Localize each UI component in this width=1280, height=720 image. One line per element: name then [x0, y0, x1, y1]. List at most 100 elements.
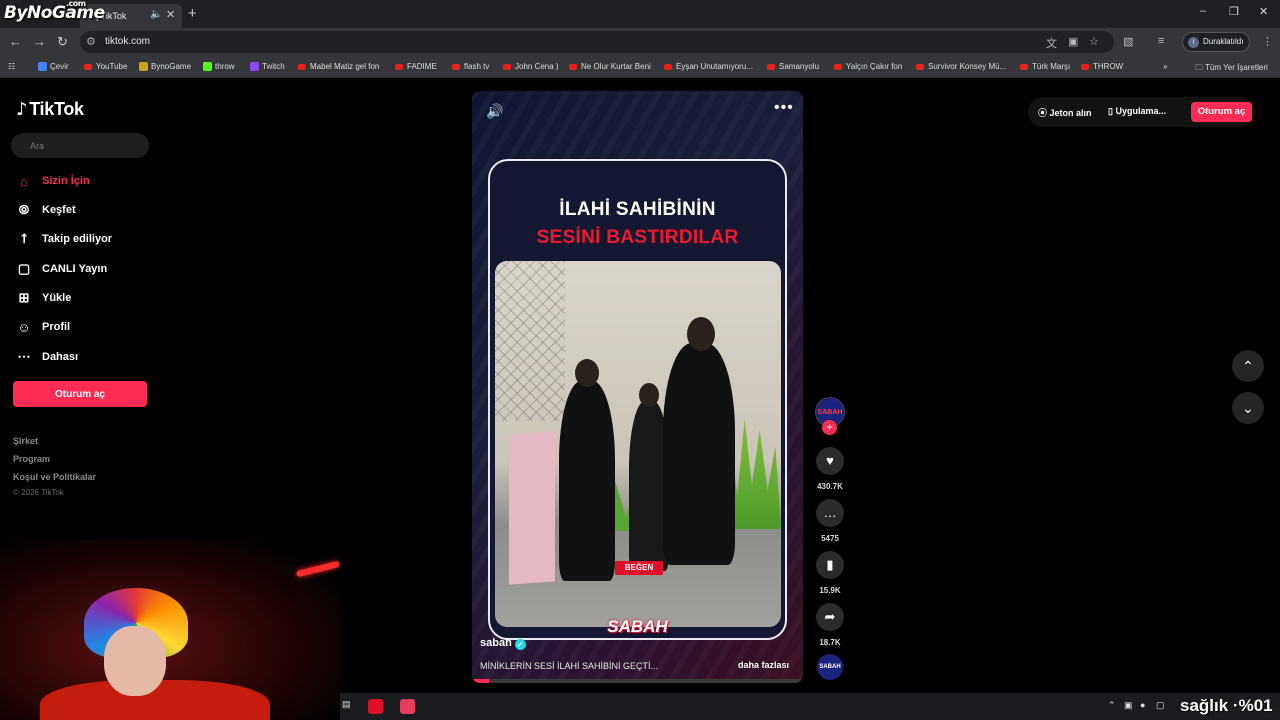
scene-person-head [575, 359, 599, 387]
taskbar-app-icon[interactable]: ▤ [342, 699, 351, 710]
nav-more[interactable]: ⋯ Dahası [16, 347, 79, 367]
nav-explore[interactable]: ⦾ Keşfet [16, 200, 76, 220]
save-count: 15.9K [819, 586, 841, 595]
tray-icon[interactable]: ▣ [1124, 700, 1133, 711]
header-login-button[interactable]: Oturum aç [1191, 102, 1252, 122]
footer-terms-link[interactable]: Koşul ve Politikalar [13, 472, 96, 482]
bookmark-item[interactable]: FADIME [395, 62, 437, 71]
bookmark-item[interactable]: Eyşan Unutamıyoru... [664, 62, 753, 71]
bookmark-item[interactable]: Samanyolu [767, 62, 819, 71]
bookmark-item[interactable]: Çevir [38, 62, 69, 72]
reload-icon[interactable]: ↻ [57, 34, 68, 50]
watermark-logo: ByNoGame .com [4, 0, 105, 23]
nav-following[interactable]: ⭡ Takip ediliyor [16, 229, 112, 249]
nav-profile[interactable]: ☺ Profil [16, 317, 70, 337]
nav-upload[interactable]: ⊞ Yükle [16, 288, 72, 308]
video-progress-bar[interactable] [472, 679, 803, 683]
taskbar-app-icon[interactable] [400, 699, 415, 714]
webcam-light [295, 560, 340, 578]
bookmark-item[interactable]: Mabel Matiz gel fon [298, 62, 379, 71]
follow-plus-icon[interactable]: + [822, 420, 837, 435]
bookmark-item[interactable]: Twitch [250, 62, 285, 72]
microphone-icon[interactable]: ● [1140, 700, 1145, 710]
profile-status: Duraklatıldı [1203, 37, 1244, 46]
bookmark-item[interactable]: Survivor Konsey Mü... [916, 62, 1006, 71]
sidebar-login-button[interactable]: Oturum aç [13, 381, 147, 407]
save-button[interactable]: ▮ [816, 551, 844, 579]
video-progress-fill [472, 679, 489, 683]
cast-icon[interactable]: ▣ [1068, 35, 1078, 48]
profile-button[interactable]: I Duraklatıldı [1182, 32, 1250, 52]
star-icon[interactable]: ☆ [1089, 35, 1099, 48]
video-more-icon[interactable]: ••• [774, 99, 794, 117]
bookmark-item[interactable]: YouTube [84, 62, 127, 71]
streamer-webcam [0, 540, 340, 720]
scene-person-head [639, 383, 659, 407]
bookmark-item[interactable]: Türk Marşı [1020, 62, 1070, 71]
footer-company-link[interactable]: Şirket [13, 436, 38, 446]
extensions-icon[interactable]: ▧ [1123, 35, 1133, 48]
browser-toolbar: ← → ↻ ⚙ tiktok.com 文 ▣ ☆ ▧ ≡ I Duraklatı… [0, 28, 1280, 56]
like-button[interactable]: ♥ [816, 447, 844, 475]
previous-video-button[interactable]: ⌃ [1232, 350, 1264, 382]
get-coins-link[interactable]: ⦿ Jeton alın [1038, 106, 1092, 119]
search-input[interactable] [11, 133, 149, 158]
tray-icon[interactable]: ▢ [1156, 700, 1165, 711]
bookmark-item[interactable]: THROW [1081, 62, 1123, 71]
copyright: © 2026 TikTok [13, 488, 64, 497]
video-frame: İLAHİ SAHİBİNİN SESİNİ BASTIRDILAR BEĞEN… [488, 159, 787, 640]
share-button[interactable]: ➦ [816, 603, 844, 631]
forward-icon[interactable]: → [33, 34, 46, 49]
bookmark-item[interactable]: flash tv [452, 62, 489, 71]
video-player[interactable]: 🔊 ••• İLAHİ SAHİBİNİN SESİNİ BASTIRDILAR… [472, 91, 803, 683]
video-author[interactable]: sabah ✓ [480, 637, 526, 650]
close-tab-icon[interactable]: ✕ [166, 8, 175, 21]
browser-menu-icon[interactable]: ⋮ [1262, 35, 1273, 48]
comment-button[interactable]: … [816, 499, 844, 527]
apps-icon[interactable]: ☷ [8, 62, 15, 71]
next-video-button[interactable]: ⌄ [1232, 392, 1264, 424]
bookmark-item[interactable]: throw [203, 62, 235, 72]
nav-live[interactable]: ▢ CANLI Yayın [16, 259, 107, 279]
speaker-icon[interactable]: 🔈 [150, 9, 162, 20]
tray-chevron-icon[interactable]: ⌃ [1108, 700, 1116, 711]
footer-program-link[interactable]: Program [13, 454, 50, 464]
media-icon[interactable]: ≡ [1158, 35, 1164, 47]
bookmark-item[interactable]: John Cena ) [503, 62, 559, 71]
bookmark-item[interactable]: Yalçın Çakır fon [834, 62, 902, 71]
scene-net [495, 261, 565, 421]
bookmark-icon: ▮ [826, 557, 834, 572]
chevron-down-icon: ⌄ [1242, 400, 1254, 416]
chevron-up-icon: ⌃ [1242, 358, 1254, 374]
caption-more-link[interactable]: daha fazlası [738, 660, 789, 670]
upload-icon: ⊞ [18, 290, 30, 305]
bookmarks-bar: ☷ Çevir YouTube BynoGame throw Twitch Ma… [0, 56, 1280, 78]
scene-door [509, 431, 555, 585]
live-icon: ▢ [17, 261, 31, 276]
music-disc[interactable]: SABAH [817, 654, 843, 680]
address-bar[interactable]: ⚙ tiktok.com [80, 31, 1114, 53]
nav-for-you[interactable]: ⌂ Sizin İçin [16, 171, 90, 191]
window-close-icon[interactable]: ✕ [1259, 5, 1268, 18]
new-tab-button[interactable]: + [188, 5, 197, 22]
site-info-icon[interactable]: ⚙ [86, 35, 96, 48]
translate-icon[interactable]: 文 [1046, 35, 1057, 51]
minimize-icon[interactable]: – [1200, 5, 1206, 17]
comment-icon: … [823, 505, 837, 520]
bookmark-item[interactable]: BynoGame [139, 62, 191, 72]
back-icon[interactable]: ← [9, 34, 22, 49]
tiktok-logo[interactable]: ♪ TikTok [16, 99, 84, 120]
restore-icon[interactable]: ❐ [1229, 5, 1239, 18]
webcam-face [104, 626, 166, 696]
volume-icon[interactable]: 🔊 [486, 103, 503, 120]
more-bookmarks-icon[interactable]: » [1163, 62, 1167, 71]
bookmark-item[interactable]: Ne Olur Kurtar Beni [569, 62, 651, 71]
comment-count: 5475 [821, 534, 839, 543]
taskbar-app-icon[interactable] [368, 699, 383, 714]
video-headline-line2: SESİNİ BASTIRDILAR [536, 227, 739, 248]
folder-icon: 🗀 [1195, 63, 1206, 72]
tray-overlay-text: sağlık ·%01 [1180, 696, 1273, 715]
get-app-link[interactable]: ▯ Uygulama... [1108, 106, 1166, 117]
more-icon: ⋯ [17, 349, 31, 364]
all-bookmarks-folder[interactable]: 🗀 Tüm Yer İşaretleri [1195, 62, 1268, 76]
